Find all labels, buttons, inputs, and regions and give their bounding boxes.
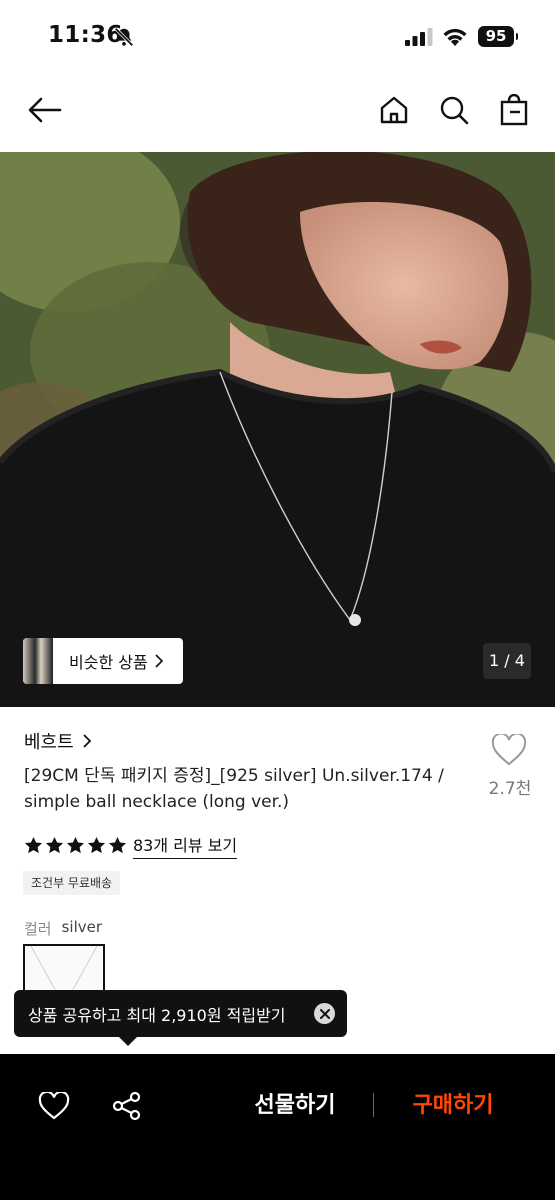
product-title: [29CM 단독 패키지 증정]_[925 silver] Un.silver.… bbox=[24, 766, 444, 812]
product-like-button[interactable] bbox=[486, 730, 532, 770]
option-label: 컬러 bbox=[24, 920, 52, 938]
home-icon bbox=[380, 96, 408, 124]
similar-products-button[interactable]: 비슷한 상품 bbox=[23, 638, 183, 684]
star-icon bbox=[66, 836, 85, 854]
tooltip-text: 상품 공유하고 최대 2,910원 적립받기 bbox=[28, 1005, 286, 1025]
star-icon bbox=[45, 836, 64, 854]
bottom-divider bbox=[373, 1093, 374, 1117]
arrow-left-icon bbox=[28, 97, 62, 123]
wifi-icon bbox=[443, 28, 467, 46]
product-image-carousel[interactable]: 비슷한 상품 1 / 4 bbox=[0, 152, 555, 707]
bell-slash-icon bbox=[114, 27, 134, 47]
star-icon bbox=[24, 836, 43, 854]
brand-link[interactable]: 베흐트 bbox=[24, 728, 92, 754]
nav-bar bbox=[0, 70, 555, 152]
heart-icon bbox=[491, 734, 527, 766]
status-time: 11:36 bbox=[48, 22, 123, 48]
gift-button[interactable]: 선물하기 bbox=[232, 1088, 358, 1124]
signal-icon bbox=[405, 28, 433, 46]
chevron-right-icon bbox=[83, 734, 91, 748]
rating-stars bbox=[24, 836, 127, 855]
back-button[interactable] bbox=[25, 90, 65, 130]
rating-row: 83개 리뷰 보기 bbox=[24, 832, 238, 859]
product-photo bbox=[0, 152, 555, 707]
similar-products-label: 비슷한 상품 bbox=[69, 653, 148, 672]
bottom-like-button[interactable] bbox=[34, 1086, 74, 1126]
shopping-bag-icon bbox=[500, 94, 528, 126]
similar-products-thumbnail bbox=[23, 638, 53, 684]
option-value: silver bbox=[61, 918, 103, 936]
close-icon bbox=[319, 1008, 330, 1019]
status-bar: 11:36 95 bbox=[0, 0, 555, 70]
star-icon bbox=[108, 836, 127, 854]
bottom-action-bar: 선물하기 구매하기 bbox=[0, 1054, 555, 1200]
share-button[interactable] bbox=[107, 1086, 147, 1126]
tooltip-close-button[interactable] bbox=[314, 1003, 335, 1024]
battery-icon: 95 bbox=[478, 26, 518, 47]
cart-button[interactable] bbox=[494, 90, 534, 130]
option-row: 컬러 silver bbox=[24, 918, 102, 939]
heart-icon bbox=[38, 1092, 70, 1120]
star-icon bbox=[87, 836, 106, 854]
search-button[interactable] bbox=[434, 90, 474, 130]
shipping-badge: 조건부 무료배송 bbox=[23, 871, 121, 895]
image-page-counter: 1 / 4 bbox=[483, 643, 531, 679]
share-icon bbox=[112, 1091, 141, 1121]
share-reward-tooltip: 상품 공유하고 최대 2,910원 적립받기 bbox=[14, 990, 347, 1046]
review-link[interactable]: 83개 리뷰 보기 bbox=[133, 832, 238, 859]
chevron-right-icon bbox=[155, 654, 163, 668]
brand-name: 베흐트 bbox=[24, 732, 74, 753]
like-count: 2.7천 bbox=[488, 779, 532, 799]
search-icon bbox=[440, 96, 469, 125]
home-button[interactable] bbox=[374, 90, 414, 130]
buy-button[interactable]: 구매하기 bbox=[393, 1088, 513, 1124]
